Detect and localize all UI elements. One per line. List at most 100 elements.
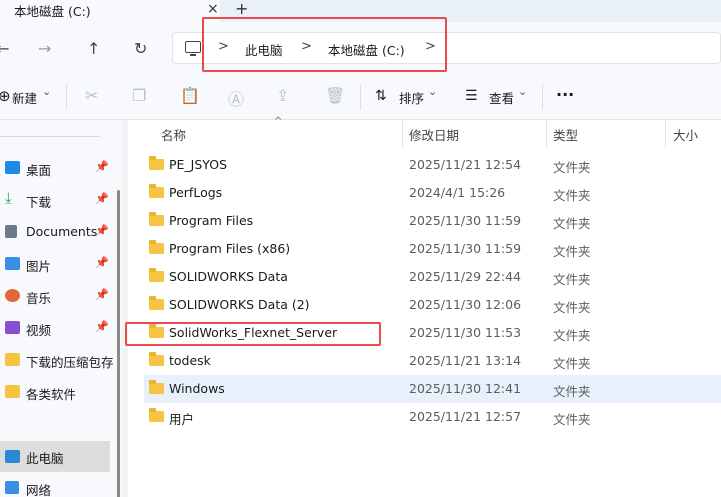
- sort-button[interactable]: 排序: [399, 88, 424, 107]
- sidebar-item-desktop[interactable]: 桌面 📌: [0, 154, 112, 182]
- pin-icon[interactable]: 📌: [95, 256, 109, 269]
- sidebar-item-compressed-downloads[interactable]: 下载的压缩包存: [0, 346, 114, 374]
- file-row[interactable]: SOLIDWORKS Data (2) 2025/11/30 12:06 文件夹: [144, 291, 721, 319]
- sidebar-item-network[interactable]: 网络: [0, 474, 112, 497]
- column-header-name[interactable]: 名称: [161, 125, 186, 144]
- file-date: 2025/11/29 22:44: [409, 269, 522, 284]
- rename-icon[interactable]: Ⓐ: [228, 86, 244, 110]
- address-row: ← → ↑ ↻ > 此电脑 > 本地磁盘 (C:) >: [0, 22, 721, 74]
- tab-local-disk-c[interactable]: 本地磁盘 (C:) ×: [0, 0, 220, 22]
- music-icon: [5, 289, 20, 302]
- file-type: 文件夹: [553, 384, 591, 399]
- cut-icon[interactable]: ✂: [85, 86, 98, 105]
- chevron-right-icon[interactable]: >: [425, 39, 436, 54]
- folder-icon: [149, 268, 164, 282]
- pin-icon[interactable]: 📌: [95, 320, 109, 333]
- file-type: 文件夹: [553, 356, 591, 371]
- back-icon[interactable]: ←: [0, 39, 9, 58]
- forward-icon[interactable]: →: [38, 39, 51, 58]
- breadcrumb-local-disk[interactable]: 本地磁盘 (C:): [328, 40, 405, 59]
- sidebar-item-pictures[interactable]: 图片 📌: [0, 250, 112, 278]
- video-icon: [5, 321, 20, 334]
- folder-icon: [149, 212, 164, 226]
- copy-icon[interactable]: ❐: [132, 86, 146, 105]
- file-name: SOLIDWORKS Data (2): [169, 297, 310, 312]
- up-icon[interactable]: ↑: [87, 39, 100, 58]
- documents-icon: [5, 225, 17, 238]
- more-options-icon[interactable]: ···: [556, 85, 574, 104]
- pin-icon[interactable]: 📌: [95, 288, 109, 301]
- sidebar-item-label: 下载: [26, 195, 52, 210]
- network-icon: [5, 481, 19, 494]
- sidebar-item-label: 下载的压缩包存: [26, 355, 114, 370]
- chevron-down-icon: ⌄: [42, 85, 52, 98]
- view-button[interactable]: 查看: [489, 88, 514, 107]
- file-name: Windows: [169, 381, 225, 396]
- computer-icon: [5, 450, 20, 463]
- tab-strip: 本地磁盘 (C:) × +: [0, 0, 721, 22]
- file-row[interactable]: Program Files 2025/11/30 11:59 文件夹: [144, 207, 721, 235]
- divider: [360, 84, 361, 110]
- column-header-modified[interactable]: 修改日期: [409, 125, 459, 144]
- file-name: PerfLogs: [169, 185, 223, 200]
- column-divider[interactable]: [402, 120, 403, 148]
- divider: [542, 84, 543, 110]
- file-row[interactable]: SOLIDWORKS Data 2025/11/29 22:44 文件夹: [144, 263, 721, 291]
- folder-icon: [149, 184, 164, 198]
- column-header-type[interactable]: 类型: [553, 125, 578, 144]
- folder-icon: [5, 353, 20, 366]
- file-name: Program Files: [169, 213, 254, 228]
- divider: [0, 136, 100, 137]
- sidebar-item-this-pc[interactable]: 此电脑: [0, 441, 110, 472]
- new-button[interactable]: 新建: [12, 88, 37, 107]
- file-list: ^ 名称 修改日期 类型 大小 PE_JSYOS 2025/11/21 12:5…: [128, 116, 721, 497]
- sidebar-item-software[interactable]: 各类软件: [0, 378, 112, 406]
- folder-icon: [149, 324, 164, 338]
- sidebar-item-downloads[interactable]: ⤓ 下载 📌: [0, 186, 112, 214]
- sidebar-item-label: 网络: [26, 483, 52, 497]
- sidebar-item-documents[interactable]: Documents 📌: [0, 218, 112, 246]
- file-row[interactable]: SolidWorks_Flexnet_Server 2025/11/30 11:…: [144, 319, 721, 347]
- sidebar-item-label: Documents: [26, 224, 98, 239]
- sidebar-scrollbar[interactable]: [117, 190, 120, 497]
- sidebar-item-videos[interactable]: 视频 📌: [0, 314, 112, 342]
- file-name: todesk: [169, 353, 211, 368]
- sidebar-item-label: 视频: [26, 323, 52, 338]
- file-date: 2025/11/21 12:54: [409, 157, 522, 172]
- address-bar[interactable]: > 此电脑 > 本地磁盘 (C:) >: [172, 32, 721, 64]
- file-row[interactable]: todesk 2025/11/21 13:14 文件夹: [144, 347, 721, 375]
- folder-icon: [149, 352, 164, 366]
- file-date: 2025/11/30 12:06: [409, 297, 522, 312]
- paste-icon[interactable]: 📋: [180, 86, 200, 105]
- file-row-selected[interactable]: Windows 2025/11/30 12:41 文件夹: [144, 375, 721, 403]
- file-name: 用户: [169, 412, 195, 427]
- file-date: 2025/11/30 11:59: [409, 241, 522, 256]
- file-row[interactable]: 用户 2025/11/21 12:57 文件夹: [144, 403, 721, 431]
- delete-icon[interactable]: 🗑: [325, 86, 345, 105]
- breadcrumb-this-pc[interactable]: 此电脑: [245, 40, 283, 59]
- column-divider[interactable]: [546, 120, 547, 148]
- new-icon: ⊕: [0, 87, 11, 105]
- share-icon[interactable]: ⇪: [276, 86, 289, 105]
- sort-icon: ⇅: [375, 88, 387, 104]
- close-tab-icon[interactable]: ×: [207, 1, 219, 17]
- sidebar-item-label: 此电脑: [26, 451, 64, 466]
- column-divider[interactable]: [665, 120, 666, 148]
- sidebar-item-label: 图片: [26, 259, 52, 274]
- chevron-down-icon: ⌄: [518, 85, 528, 98]
- file-row[interactable]: Program Files (x86) 2025/11/30 11:59 文件夹: [144, 235, 721, 263]
- file-name: SolidWorks_Flexnet_Server: [169, 325, 338, 340]
- pictures-icon: [5, 257, 20, 270]
- column-header-size[interactable]: 大小: [673, 125, 698, 144]
- file-row[interactable]: PE_JSYOS 2025/11/21 12:54 文件夹: [144, 151, 721, 179]
- download-icon: ⤓: [5, 189, 12, 207]
- sidebar-item-music[interactable]: 音乐 📌: [0, 282, 112, 310]
- pin-icon[interactable]: 📌: [95, 160, 109, 173]
- chevron-right-icon: >: [301, 39, 312, 54]
- pin-icon[interactable]: 📌: [95, 192, 109, 205]
- file-name: SOLIDWORKS Data: [169, 269, 288, 284]
- file-row[interactable]: PerfLogs 2024/4/1 15:26 文件夹: [144, 179, 721, 207]
- pin-icon[interactable]: 📌: [95, 224, 109, 237]
- new-tab-icon[interactable]: +: [235, 0, 248, 18]
- refresh-icon[interactable]: ↻: [134, 39, 147, 58]
